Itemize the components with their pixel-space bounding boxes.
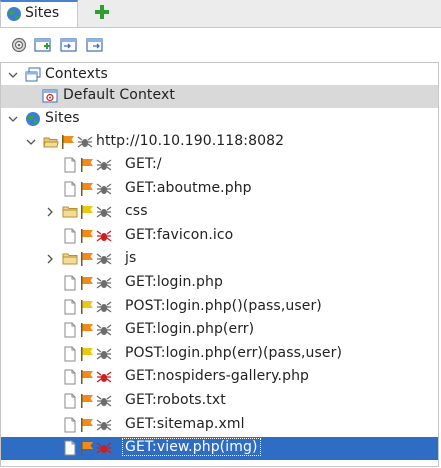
- contexts-icon: [25, 67, 41, 82]
- node-label: GET:nospiders-gallery.php: [125, 368, 310, 385]
- tree-node-contexts[interactable]: Contexts: [1, 64, 438, 87]
- file-icon: [64, 157, 76, 173]
- flag-icon: [81, 205, 93, 220]
- file-icon: [64, 299, 76, 315]
- contexts-label: Contexts: [45, 66, 108, 82]
- globe-icon: [26, 112, 40, 126]
- spider-icon: [96, 324, 112, 336]
- file-icon: [64, 393, 76, 409]
- flag-icon: [81, 276, 93, 290]
- folder-icon: [62, 206, 78, 218]
- tab-sites[interactable]: Sites: [0, 0, 78, 27]
- tree-node-resource[interactable]: GET:login.php(err): [1, 319, 438, 342]
- host-label: http://10.10.190.118:8082: [96, 133, 285, 149]
- context-icon: [42, 89, 58, 103]
- spider-icon: [96, 183, 112, 195]
- tab-bar: Sites: [0, 0, 441, 28]
- add-context-icon[interactable]: [34, 37, 52, 53]
- node-label: GET:aboutme.php: [125, 179, 252, 196]
- flag-icon: [81, 181, 93, 196]
- tree-node-resource[interactable]: GET:sitemap.xml: [1, 414, 438, 437]
- flag-icon: [81, 323, 93, 338]
- folder-icon: [62, 253, 78, 265]
- file-icon: [64, 322, 76, 338]
- target-icon[interactable]: [10, 37, 28, 53]
- spider-icon: [96, 301, 112, 313]
- chevron-down-icon[interactable]: [7, 69, 19, 81]
- node-label: js: [125, 250, 137, 267]
- sites-label: Sites: [45, 110, 80, 126]
- tree-node-sites[interactable]: Sites: [1, 108, 438, 131]
- tree-node-host[interactable]: http://10.10.190.118:8082: [1, 131, 438, 154]
- flag-icon: [81, 252, 93, 267]
- open-folder-icon: [43, 137, 59, 148]
- chevron-down-icon[interactable]: [7, 113, 19, 125]
- chevron-right-icon[interactable]: [44, 253, 56, 265]
- node-label: POST:login.php()(pass,user): [125, 297, 322, 314]
- file-icon: [64, 440, 76, 456]
- add-tab-icon[interactable]: [94, 4, 110, 20]
- spider-icon: [96, 206, 112, 218]
- tab-label: Sites: [25, 5, 60, 21]
- flag-icon: [81, 346, 93, 361]
- export-context-icon[interactable]: [86, 37, 104, 53]
- file-icon: [64, 346, 76, 362]
- default-context-label: Default Context: [63, 87, 175, 103]
- import-context-icon[interactable]: [60, 37, 78, 53]
- globe-icon: [7, 7, 21, 21]
- tree-node-resource[interactable]: GET:view.php(img): [1, 437, 438, 461]
- tree-node-default-context[interactable]: Default Context: [1, 85, 438, 108]
- spider-icon: [77, 136, 93, 148]
- flag-icon: [81, 158, 93, 172]
- chevron-right-icon[interactable]: [44, 206, 56, 218]
- tree-node-resource[interactable]: GET:robots.txt: [1, 390, 438, 413]
- spider-icon: [96, 419, 112, 431]
- file-icon: [64, 417, 76, 433]
- file-icon: [64, 181, 76, 197]
- node-label: POST:login.php(err)(pass,user): [125, 344, 343, 361]
- tree-node-resource[interactable]: POST:login.php(err)(pass,user): [1, 343, 438, 366]
- spider-icon: [96, 348, 112, 360]
- flag-icon: [81, 370, 93, 385]
- tree-node-resource[interactable]: GET:login.php: [1, 272, 438, 295]
- flag-icon: [81, 228, 93, 243]
- tree-node-resource[interactable]: GET:/: [1, 154, 438, 177]
- node-label: GET:/: [125, 156, 162, 172]
- spider-icon: [96, 442, 112, 454]
- tree-node-folder[interactable]: css: [1, 201, 438, 224]
- tree-node-resource[interactable]: GET:favicon.ico: [1, 225, 438, 248]
- flag-icon: [81, 417, 93, 432]
- node-label: GET:robots.txt: [125, 392, 226, 408]
- spider-icon: [96, 371, 112, 383]
- chevron-down-icon[interactable]: [25, 136, 37, 148]
- spider-icon: [96, 159, 112, 171]
- file-icon: [64, 369, 76, 385]
- flag-icon: [62, 135, 74, 149]
- tree-node-resource[interactable]: GET:nospiders-gallery.php: [1, 366, 438, 389]
- node-label: GET:login.php(err): [125, 321, 255, 338]
- node-label: GET:login.php: [125, 274, 223, 290]
- sites-tree[interactable]: Contexts Default Context Sites http://10…: [0, 62, 439, 467]
- file-icon: [64, 228, 76, 244]
- flag-icon: [81, 299, 93, 314]
- toolbar: [0, 28, 441, 62]
- tree-node-folder[interactable]: js: [1, 248, 438, 271]
- tree-node-resource[interactable]: POST:login.php()(pass,user): [1, 296, 438, 319]
- flag-icon: [81, 441, 93, 456]
- spider-icon: [96, 395, 112, 407]
- spider-icon: [96, 253, 112, 265]
- node-label: GET:view.php(img): [122, 438, 261, 457]
- spider-icon: [96, 230, 112, 242]
- node-label: GET:sitemap.xml: [125, 415, 245, 432]
- spider-icon: [96, 277, 112, 289]
- file-icon: [64, 275, 76, 291]
- tree-node-resource[interactable]: GET:aboutme.php: [1, 178, 438, 201]
- node-label: css: [125, 203, 148, 220]
- flag-icon: [81, 394, 93, 408]
- node-label: GET:favicon.ico: [125, 226, 234, 243]
